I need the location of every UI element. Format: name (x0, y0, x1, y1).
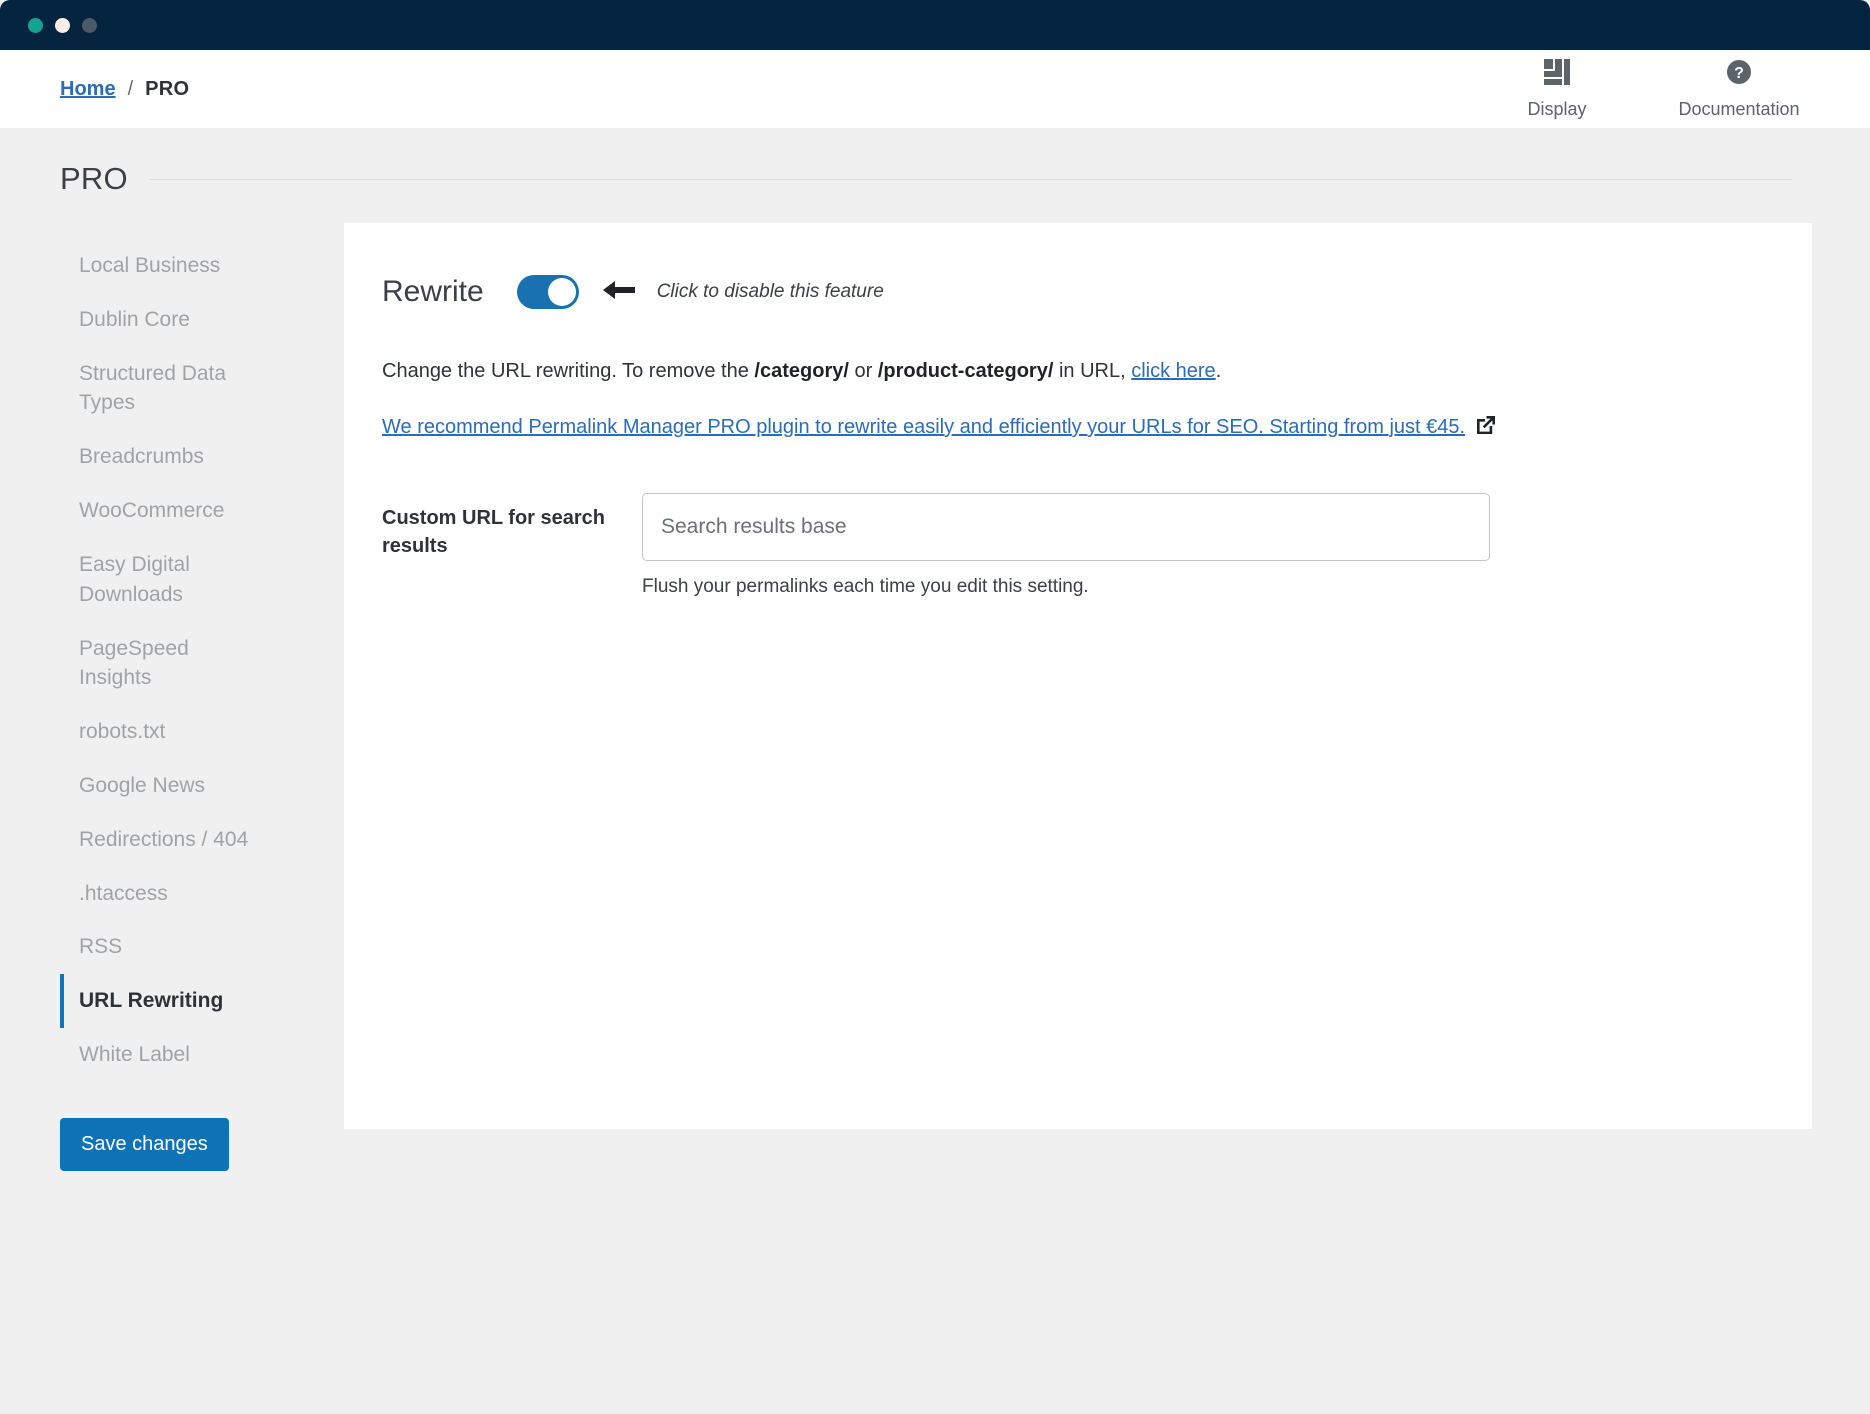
breadcrumb-separator: / (127, 77, 134, 100)
sidebar-item-google-news[interactable]: Google News (60, 759, 260, 813)
external-link-icon (1475, 414, 1497, 441)
click-here-link[interactable]: click here (1131, 360, 1215, 382)
sidebar-item-url-rewriting[interactable]: URL Rewriting (60, 974, 260, 1028)
sidebar-item-white-label[interactable]: White Label (60, 1028, 260, 1082)
sidebar-item-redirections-404[interactable]: Redirections / 404 (60, 813, 260, 867)
sidebar-item-easy-digital-downloads[interactable]: Easy Digital Downloads (60, 538, 260, 622)
rewrite-section-title: Rewrite (382, 275, 484, 308)
custom-search-url-label: Custom URL for search results (382, 507, 606, 557)
svg-text:?: ? (1734, 65, 1744, 82)
app-window: Home / PRO Display ? Documentation PRO L… (0, 0, 1870, 1414)
sidebar-item-robots-txt[interactable]: robots.txt (60, 705, 260, 759)
search-results-base-input[interactable] (642, 493, 1490, 561)
sidebar-item-structured-data-types[interactable]: Structured Data Types (60, 347, 260, 431)
promo-row: We recommend Permalink Manager PRO plugi… (382, 414, 1772, 441)
documentation-action-label: Documentation (1678, 98, 1800, 119)
rewrite-toggle-hint: Click to disable this feature (656, 281, 884, 302)
custom-search-url-help: Flush your permalinks each time you edit… (642, 576, 1089, 597)
breadcrumb-home-link[interactable]: Home (60, 78, 116, 101)
save-changes-button[interactable]: Save changes (60, 1117, 229, 1171)
rewrite-toggle-switch[interactable] (516, 275, 579, 309)
rewrite-toggle-row: Rewrite Click to disable this feature (382, 267, 1772, 309)
sidebar-item-rss[interactable]: RSS (60, 920, 260, 974)
display-layout-icon (1544, 58, 1570, 90)
description-category-token: /category/ (754, 360, 849, 382)
sidebar-item-breadcrumbs[interactable]: Breadcrumbs (60, 430, 260, 484)
breadcrumb-current: PRO (145, 77, 190, 100)
custom-search-url-control: Flush your permalinks each time you edit… (642, 493, 1490, 598)
sidebar-item-htaccess[interactable]: .htaccess (60, 867, 260, 921)
description-part-3: in URL, (1053, 360, 1132, 382)
description-part-1: Change the URL rewriting. To remove the (382, 360, 755, 382)
page-title: PRO (60, 161, 128, 196)
sidebar: Local Business Dublin Core Structured Da… (60, 223, 287, 1171)
breadcrumb: Home / PRO (60, 78, 189, 101)
sidebar-item-pagespeed-insights[interactable]: PageSpeed Insights (60, 622, 260, 706)
documentation-action[interactable]: ? Documentation (1648, 59, 1830, 120)
page-header: PRO (0, 142, 1870, 216)
sidebar-item-local-business[interactable]: Local Business (60, 239, 260, 293)
sidebar-item-woocommerce[interactable]: WooCommerce (60, 484, 260, 538)
description-part-2: or (848, 360, 878, 382)
top-actions: Display ? Documentation (1466, 58, 1830, 120)
description-part-4: . (1215, 360, 1222, 382)
body-wrapper: Local Business Dublin Core Structured Da… (0, 223, 1870, 1171)
traffic-light-white[interactable] (55, 17, 70, 33)
permalink-manager-pro-link[interactable]: We recommend Permalink Manager PRO plugi… (382, 416, 1465, 439)
display-action-label: Display (1527, 98, 1587, 119)
traffic-light-gray[interactable] (82, 17, 97, 33)
arrow-left-icon (602, 279, 636, 306)
display-action[interactable]: Display (1466, 58, 1648, 120)
custom-search-url-field-row: Custom URL for search results Flush your… (382, 493, 1772, 598)
description-product-category-token: /product-category/ (877, 360, 1054, 382)
sidebar-item-dublin-core[interactable]: Dublin Core (60, 293, 260, 347)
traffic-light-green[interactable] (28, 17, 43, 33)
rewrite-description: Change the URL rewriting. To remove the … (382, 357, 1772, 385)
window-titlebar (0, 0, 1870, 50)
question-circle-icon: ? (1726, 59, 1752, 90)
rewrite-toggle-knob (547, 278, 576, 306)
settings-panel: Rewrite Click to disable this feature Ch… (344, 223, 1812, 1129)
top-bar: Home / PRO Display ? Documentation (0, 50, 1870, 128)
page-title-rule (149, 178, 1792, 180)
